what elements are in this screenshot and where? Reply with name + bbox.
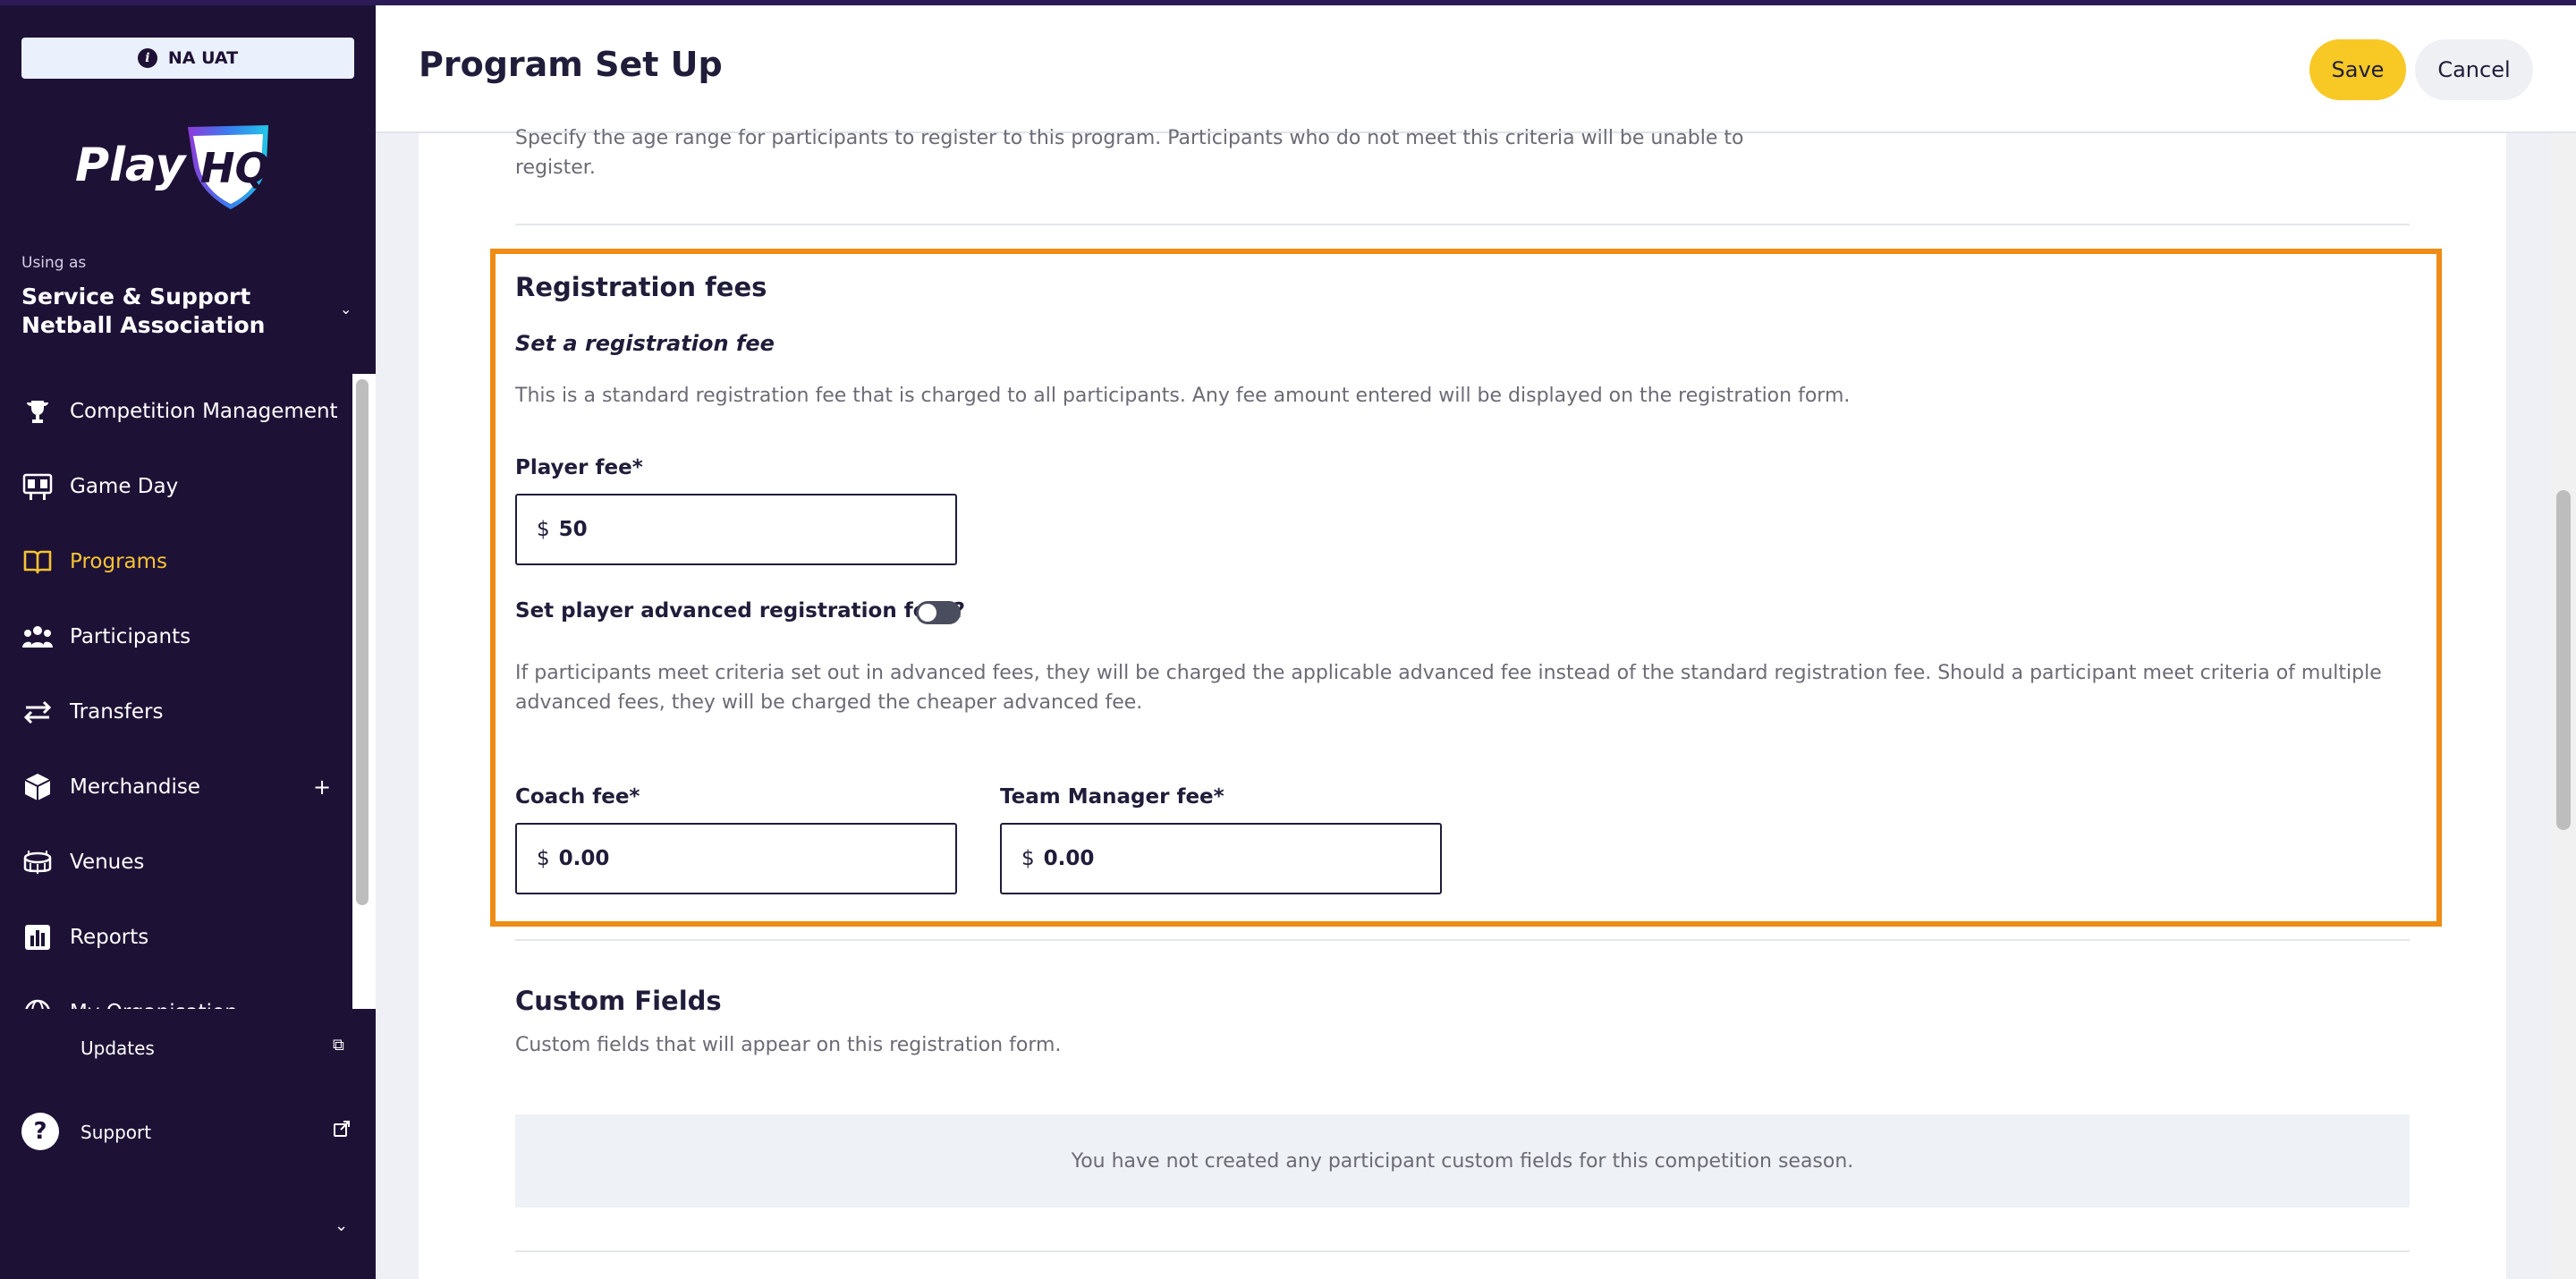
globe-icon	[20, 995, 55, 1009]
using-as-label: Using as	[21, 254, 87, 272]
svg-text:Play: Play	[75, 139, 187, 192]
save-button[interactable]: Save	[2309, 39, 2406, 100]
custom-fields-empty-state: You have not created any participant cus…	[515, 1114, 2410, 1207]
chevron-down-icon[interactable]: ⌄	[340, 301, 352, 318]
sidebar-item-game-day[interactable]: Game Day	[0, 460, 352, 513]
svg-text:HQ: HQ	[200, 144, 270, 192]
sidebar-item-reports[interactable]: Reports	[0, 911, 352, 964]
advanced-fees-toggle[interactable]	[916, 601, 961, 624]
sidebar-item-merchandise[interactable]: Merchandise +	[0, 760, 352, 814]
page-title: Program Set Up	[419, 45, 723, 84]
bar-chart-icon	[20, 919, 55, 955]
environment-badge[interactable]: i NA UAT	[21, 38, 354, 79]
transfer-arrows-icon	[20, 694, 55, 730]
environment-label: NA UAT	[167, 48, 239, 68]
support-link[interactable]: Support	[80, 1122, 151, 1143]
info-icon: i	[137, 48, 157, 68]
sidebar-item-venues[interactable]: Venues	[0, 835, 352, 889]
updates-link[interactable]: Updates	[80, 1038, 155, 1059]
page-header: Program Set Up Save Cancel	[376, 5, 2576, 133]
main-navigation: Competition Management Game Day Programs…	[0, 374, 352, 1009]
player-fee-value: 50	[558, 518, 588, 541]
expand-plus-icon[interactable]: +	[313, 775, 331, 800]
coach-fee-input[interactable]: $ 0.00	[515, 823, 957, 894]
help-icon[interactable]: ?	[21, 1113, 59, 1150]
top-accent-strip	[0, 0, 2576, 5]
coach-fee-value: 0.00	[558, 847, 610, 870]
advanced-fees-description: If participants meet criteria set out in…	[515, 662, 2382, 714]
age-range-description: Specify the age range for participants t…	[515, 127, 1744, 179]
team-manager-fee-label: Team Manager fee*	[1000, 785, 1224, 809]
sidebar-item-label: Competition Management	[70, 400, 338, 423]
player-fee-input[interactable]: $ 50	[515, 494, 957, 565]
currency-symbol: $	[537, 518, 550, 541]
sidebar-scrollbar-thumb[interactable]	[356, 379, 369, 905]
toggle-knob	[919, 604, 936, 622]
registration-fee-subtitle: Set a registration fee	[515, 331, 775, 356]
sidebar-item-my-organisation[interactable]: My Organisation	[0, 986, 352, 1009]
sidebar-item-label: Programs	[70, 550, 168, 573]
scoreboard-icon	[20, 469, 55, 504]
organisation-switcher[interactable]: Service & Support Netball Association	[21, 283, 326, 340]
registration-fee-description: This is a standard registration fee that…	[515, 385, 1851, 407]
divider	[515, 939, 2410, 941]
sidebar-item-label: Participants	[70, 625, 191, 648]
box-icon	[20, 769, 55, 805]
sidebar-item-programs[interactable]: Programs	[0, 535, 352, 589]
divider	[515, 1250, 2410, 1252]
currency-symbol: $	[537, 847, 550, 870]
stadium-icon	[20, 844, 55, 880]
sidebar: i NA UAT Play HQ Using as Service & Supp…	[0, 0, 376, 1279]
custom-fields-description: Custom fields that will appear on this r…	[515, 1034, 1062, 1056]
external-link-icon: ⧉	[333, 1036, 344, 1055]
book-icon	[20, 544, 55, 580]
team-manager-fee-input[interactable]: $ 0.00	[1000, 823, 1442, 894]
sidebar-item-label: Game Day	[70, 475, 179, 498]
currency-symbol: $	[1021, 847, 1035, 870]
sidebar-item-competition-management[interactable]: Competition Management	[0, 385, 352, 438]
sidebar-item-transfers[interactable]: Transfers	[0, 685, 352, 739]
sidebar-item-participants[interactable]: Participants	[0, 610, 352, 664]
registration-fees-title: Registration fees	[515, 272, 767, 302]
team-manager-fee-value: 0.00	[1043, 847, 1095, 870]
sidebar-item-label: My Organisation	[70, 1001, 238, 1009]
trophy-icon	[20, 394, 55, 429]
advanced-fees-label: Set player advanced registration fees?	[515, 599, 965, 623]
playhq-logo[interactable]: Play HQ	[72, 122, 277, 211]
cancel-button[interactable]: Cancel	[2415, 39, 2533, 100]
divider	[515, 224, 2410, 225]
coach-fee-label: Coach fee*	[515, 785, 640, 809]
external-link-icon	[333, 1120, 351, 1142]
page-scrollbar-thumb[interactable]	[2556, 490, 2571, 830]
sidebar-item-label: Reports	[70, 926, 149, 949]
custom-fields-title: Custom Fields	[515, 986, 722, 1016]
people-icon	[20, 619, 55, 655]
sidebar-item-label: Transfers	[70, 700, 164, 724]
sidebar-item-label: Venues	[70, 851, 145, 874]
chevron-down-icon[interactable]: ⌄	[335, 1216, 348, 1235]
sidebar-item-label: Merchandise	[70, 775, 200, 799]
player-fee-label: Player fee*	[515, 456, 643, 479]
